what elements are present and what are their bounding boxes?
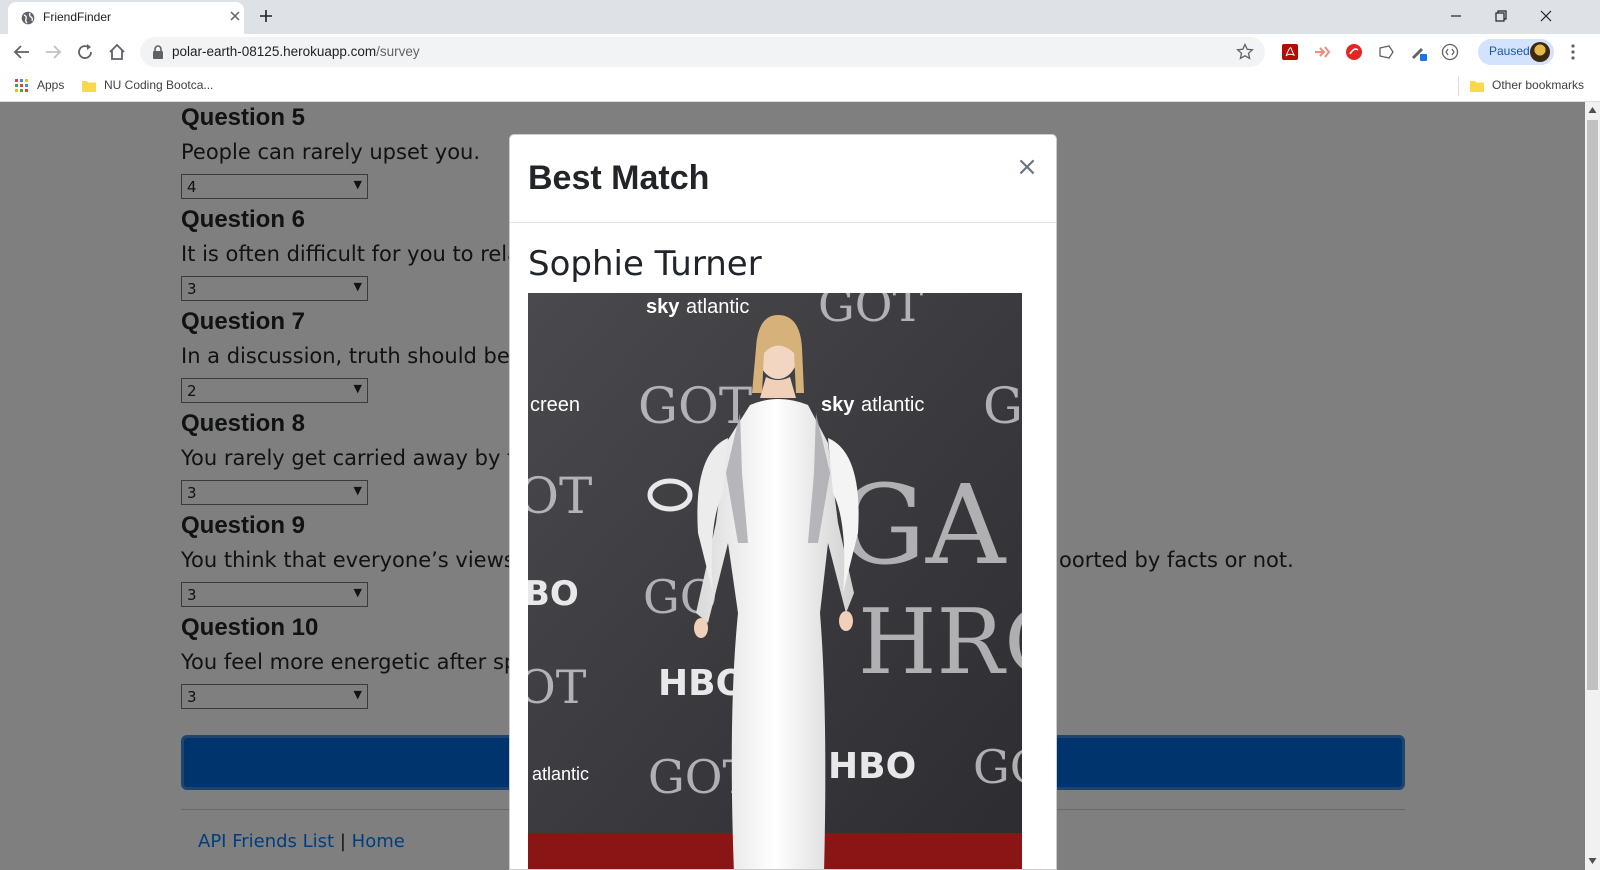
- bookmark-folder[interactable]: NU Coding Bootca...: [104, 78, 213, 92]
- svg-text:atlantic: atlantic: [861, 394, 924, 416]
- svg-text:atlantic: atlantic: [686, 296, 749, 318]
- scroll-up-arrow-icon[interactable]: [1588, 106, 1597, 114]
- svg-text:G: G: [983, 377, 1022, 435]
- match-photo-image: GOT GOT G OT GA GO HRO OT GOT GO BO HBO …: [528, 293, 1022, 869]
- pen-extension-icon[interactable]: [1409, 43, 1427, 61]
- back-arrow-icon[interactable]: [11, 41, 33, 63]
- browser-toolbar: polar-earth-08125.herokuapp.com/survey P…: [0, 34, 1600, 70]
- modal-header: Best Match ×: [510, 135, 1056, 223]
- forward-arrow-icon[interactable]: [42, 41, 64, 63]
- profile-paused-button[interactable]: Paused: [1478, 39, 1554, 65]
- menu-kebab-icon[interactable]: [1570, 43, 1576, 61]
- svg-text:sky: sky: [821, 394, 855, 416]
- bookmarks-divider: [1458, 76, 1459, 96]
- svg-text:GOT: GOT: [638, 377, 752, 435]
- svg-text:creen: creen: [530, 394, 580, 416]
- match-name: Sophie Turner: [528, 244, 762, 284]
- svg-text:BO: BO: [528, 574, 579, 614]
- svg-text:atlantic: atlantic: [532, 764, 589, 784]
- svg-text:GOT: GOT: [818, 293, 923, 332]
- svg-text:HRO: HRO: [858, 590, 1022, 695]
- svg-text:GO: GO: [973, 740, 1022, 794]
- reload-icon[interactable]: [74, 41, 96, 63]
- svg-text:HBO: HBO: [828, 746, 916, 787]
- modal-title: Best Match: [528, 159, 710, 197]
- avatar: [1530, 42, 1550, 62]
- new-tab-icon[interactable]: [258, 8, 274, 24]
- code-extension-icon[interactable]: [1441, 43, 1459, 61]
- apps-grid-icon[interactable]: [15, 79, 29, 93]
- svg-text:GA: GA: [838, 461, 1007, 589]
- folder-icon: [82, 81, 96, 92]
- best-match-modal: Best Match × Sophie Turner GOT GOT G T G…: [509, 134, 1057, 870]
- lock-icon: [153, 45, 163, 59]
- cast-extension-icon[interactable]: [1313, 43, 1331, 61]
- match-photo: GOT GOT G OT GA GO HRO OT GOT GO BO HBO …: [528, 293, 1022, 869]
- scroll-thumb[interactable]: [1587, 120, 1598, 690]
- restore-icon[interactable]: [1491, 6, 1511, 26]
- bookmarks-bar: Apps NU Coding Bootca... Other bookmarks: [0, 70, 1600, 102]
- url-text: polar-earth-08125.herokuapp.com/survey: [172, 44, 420, 59]
- bookmark-apps[interactable]: Apps: [37, 78, 64, 92]
- browser-tab[interactable]: FriendFinder: [8, 2, 244, 34]
- svg-text:OT: OT: [528, 660, 587, 714]
- profile-status-label: Paused: [1489, 44, 1530, 58]
- scroll-down-arrow-icon[interactable]: [1588, 857, 1597, 865]
- globe-icon: [21, 11, 35, 25]
- svg-text:sky: sky: [646, 296, 680, 318]
- acrobat-extension-icon[interactable]: [1281, 43, 1299, 61]
- bookmark-other[interactable]: Other bookmarks: [1492, 78, 1584, 92]
- close-window-icon[interactable]: [1536, 6, 1556, 26]
- bookmark-star-icon[interactable]: [1236, 43, 1254, 61]
- minimize-icon[interactable]: [1446, 6, 1466, 26]
- svg-text:OT: OT: [528, 467, 592, 525]
- tag-extension-icon[interactable]: [1377, 43, 1395, 61]
- tab-close-icon[interactable]: [228, 9, 242, 23]
- red-extension-icon[interactable]: [1345, 43, 1363, 61]
- folder-icon: [1470, 81, 1484, 92]
- home-icon[interactable]: [106, 41, 128, 63]
- tab-strip: FriendFinder: [0, 0, 1600, 34]
- close-icon[interactable]: ×: [1015, 153, 1039, 181]
- tab-title: FriendFinder: [43, 10, 112, 24]
- page-scrollbar[interactable]: [1585, 102, 1600, 870]
- address-bar[interactable]: polar-earth-08125.herokuapp.com/survey: [140, 37, 1265, 67]
